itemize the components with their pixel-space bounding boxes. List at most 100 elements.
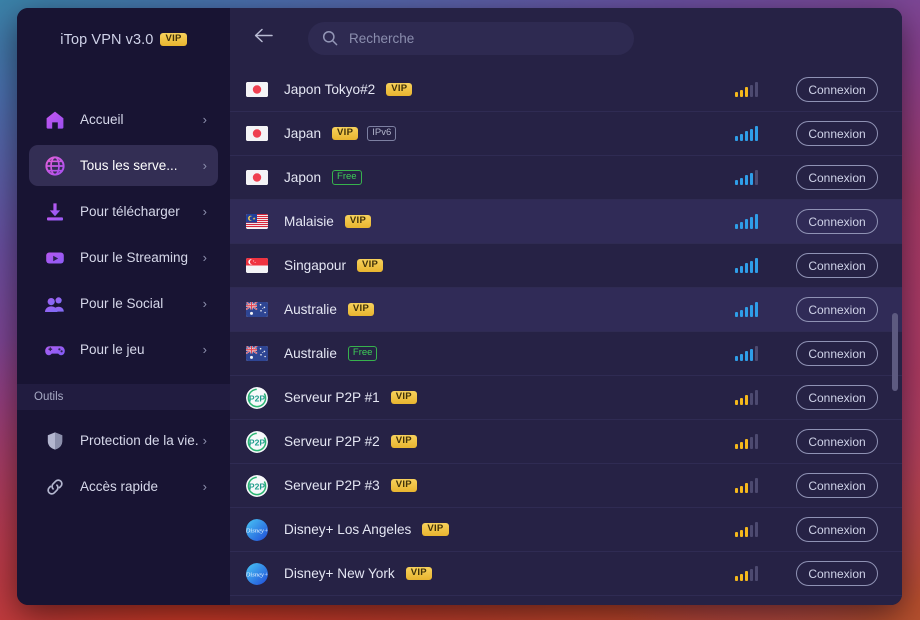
connect-button[interactable]: Connexion <box>796 77 878 102</box>
app-title: iTop VPN v3.0 <box>60 31 154 48</box>
vip-badge: VIP <box>332 127 359 140</box>
search-bar[interactable] <box>308 21 634 55</box>
server-badges: VIP <box>390 435 417 448</box>
signal-strength-indicator <box>735 434 758 449</box>
server-badges: VIP <box>422 523 449 536</box>
search-input[interactable] <box>349 30 620 46</box>
server-badges: VIP <box>344 215 372 228</box>
sidebar-item-protection-de-la-vie[interactable]: Protection de la vie... › <box>29 420 218 461</box>
server-row[interactable]: P2P Serveur P2P #1 VIP Connexion <box>230 376 902 420</box>
connect-button[interactable]: Connexion <box>796 385 878 410</box>
app-title-bar: iTop VPN v3.0 VIP <box>17 8 230 63</box>
disney-icon: Disney+ <box>246 518 268 541</box>
server-row[interactable]: P2P Serveur P2P #3 VIP Connexion <box>230 464 902 508</box>
flag-singapore <box>246 258 268 273</box>
connect-button[interactable]: Connexion <box>796 473 878 498</box>
sidebar-item-pour-le-streaming[interactable]: Pour le Streaming › <box>29 237 218 278</box>
server-badges: VIP <box>347 303 375 316</box>
connect-button[interactable]: Connexion <box>796 561 878 586</box>
connect-button[interactable]: Connexion <box>796 253 878 278</box>
server-row[interactable]: P2P Serveur P2P #2 VIP Connexion <box>230 420 902 464</box>
signal-strength-indicator <box>735 258 758 273</box>
signal-strength-indicator <box>735 214 758 229</box>
server-badges: VIP <box>386 83 413 96</box>
scrollbar-track[interactable] <box>892 68 898 605</box>
server-name: Australie <box>284 302 337 317</box>
flag-japan <box>246 170 268 185</box>
sidebar-item-label: Tous les serve... <box>80 158 178 173</box>
server-row[interactable]: Malaisie VIP Connexion <box>230 200 902 244</box>
server-name: Disney+ New York <box>284 566 395 581</box>
server-badges: VIP <box>356 259 384 272</box>
svg-text:P2P: P2P <box>249 437 266 447</box>
vip-badge: VIP <box>344 215 372 228</box>
sidebar-item-label: Protection de la vie... <box>80 433 199 448</box>
server-name: Japan <box>284 126 322 141</box>
server-row[interactable]: Australie VIP Connexion <box>230 288 902 332</box>
free-badge: Free <box>347 346 378 361</box>
chevron-right-icon: › <box>202 112 207 127</box>
server-row[interactable]: Australie Free Connexion <box>230 332 902 376</box>
sidebar-item-pour-le-jeu[interactable]: Pour le jeu › <box>29 329 218 370</box>
home-icon <box>43 108 67 132</box>
server-row[interactable]: Japon Free Connexion <box>230 156 902 200</box>
server-row[interactable]: Disney+ Disney+ New York VIP Connexion <box>230 552 902 596</box>
sidebar-item-label: Pour le Social <box>80 296 164 311</box>
server-name: Serveur P2P #1 <box>284 390 380 405</box>
p2p-icon: P2P <box>246 474 268 497</box>
back-button[interactable] <box>246 21 280 55</box>
server-badges: VIP <box>390 479 417 492</box>
desktop-background: iTop VPN v3.0 VIP Accueil › Tous les serve… <box>0 0 920 620</box>
server-row[interactable]: Disney+Disney+ LondresVIPConnexion <box>230 596 902 605</box>
connect-button[interactable]: Connexion <box>796 429 878 454</box>
server-badges: VIP <box>405 567 432 580</box>
connect-button[interactable]: Connexion <box>796 297 878 322</box>
sidebar-item-tous-les-serve[interactable]: Tous les serve... › <box>29 145 218 186</box>
chevron-right-icon: › <box>202 342 207 357</box>
globe-icon <box>43 154 67 178</box>
shield-icon <box>43 429 67 453</box>
svg-text:P2P: P2P <box>249 481 266 491</box>
vip-badge: VIP <box>356 259 384 272</box>
server-row[interactable]: Singapour VIP Connexion <box>230 244 902 288</box>
people-icon <box>43 292 67 316</box>
connect-button[interactable]: Connexion <box>796 121 878 146</box>
sidebar-tools-label: Outils <box>34 391 64 403</box>
top-bar <box>230 8 902 68</box>
scrollbar-thumb[interactable] <box>892 313 898 391</box>
sidebar-item-label: Accès rapide <box>80 479 159 494</box>
sidebar-item-accueil[interactable]: Accueil › <box>29 99 218 140</box>
svg-text:Disney+: Disney+ <box>246 527 268 534</box>
sidebar-item-acc-s-rapide[interactable]: Accès rapide › <box>29 466 218 507</box>
sidebar-item-pour-t-l-charger[interactable]: Pour télécharger › <box>29 191 218 232</box>
signal-strength-indicator <box>735 390 758 405</box>
connect-button[interactable]: Connexion <box>796 341 878 366</box>
server-name: Singapour <box>284 258 346 273</box>
flag-australia <box>246 346 268 361</box>
sidebar-item-label: Pour télécharger <box>80 204 180 219</box>
vip-badge: VIP <box>386 83 413 96</box>
sidebar-item-pour-le-social[interactable]: Pour le Social › <box>29 283 218 324</box>
server-name: Serveur P2P #2 <box>284 434 380 449</box>
app-title-vip-badge: VIP <box>160 33 187 46</box>
server-name: Japon <box>284 170 322 185</box>
server-row[interactable]: Disney+ Disney+ Los Angeles VIP Connexion <box>230 508 902 552</box>
sidebar-tools-nav: Protection de la vie... › Accès rapide › <box>17 420 230 512</box>
signal-strength-indicator <box>735 302 758 317</box>
sidebar-tools-header: Outils <box>17 384 230 410</box>
server-name: Japon Tokyo#2 <box>284 82 376 97</box>
link-icon <box>43 475 67 499</box>
signal-strength-indicator <box>735 478 758 493</box>
server-name: Australie <box>284 346 337 361</box>
chevron-right-icon: › <box>202 296 207 311</box>
connect-button[interactable]: Connexion <box>796 165 878 190</box>
flag-malaysia <box>246 214 268 229</box>
server-row[interactable]: Japan VIP IPv6 Connexion <box>230 112 902 156</box>
p2p-icon: P2P <box>246 430 268 453</box>
connect-button[interactable]: Connexion <box>796 209 878 234</box>
ipv6-badge: IPv6 <box>367 126 397 141</box>
server-row[interactable]: Japon Tokyo#2 VIP Connexion <box>230 68 902 112</box>
connect-button[interactable]: Connexion <box>796 517 878 542</box>
server-badges: Free <box>347 346 378 361</box>
svg-text:Disney+: Disney+ <box>246 571 268 578</box>
